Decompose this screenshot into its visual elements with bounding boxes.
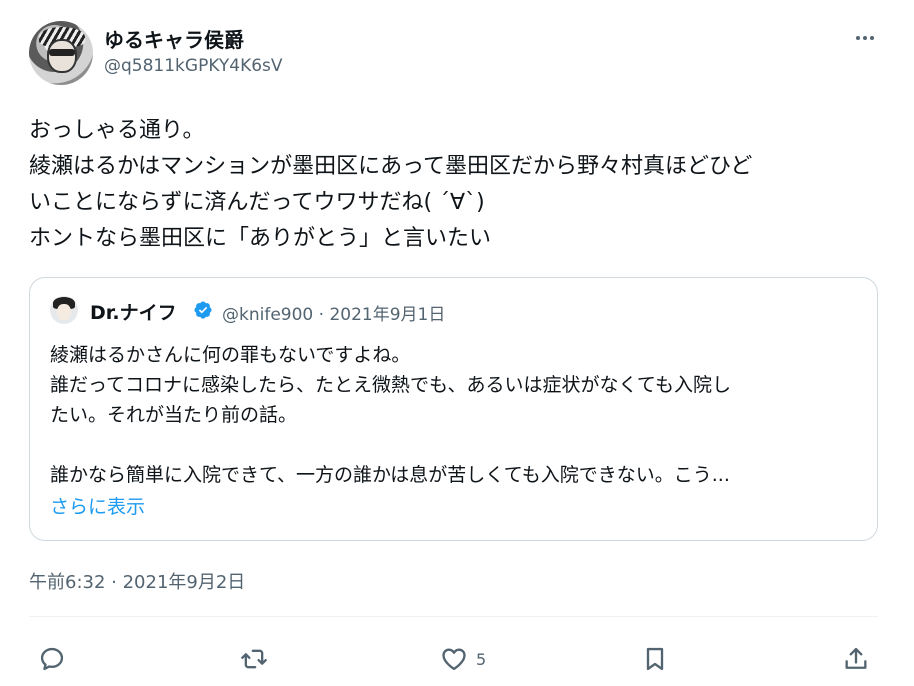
quote-avatar[interactable] — [50, 296, 78, 324]
user-handle[interactable]: @q5811kGPKY4K6sV — [104, 56, 283, 76]
verified-badge-icon — [194, 301, 212, 319]
show-more-link[interactable]: さらに表示 — [50, 492, 145, 519]
display-name[interactable]: ゆるキャラ侯爵 — [104, 24, 244, 53]
tweet-line: 綾瀬はるかはマンションが墨田区にあって墨田区だから野々村真ほどひど — [29, 154, 753, 179]
bookmark-icon — [646, 647, 664, 671]
like-icon — [442, 648, 466, 671]
like-button[interactable]: 5 — [440, 643, 486, 675]
share-button[interactable] — [842, 643, 870, 675]
divider — [29, 616, 878, 617]
quote-line — [50, 430, 865, 460]
quoted-tweet[interactable]: Dr.ナイフ @knife900 · 2021年9月1日 綾瀬はるかさんに何の罪… — [29, 277, 878, 541]
quote-meta[interactable]: @knife900 · 2021年9月1日 — [222, 300, 445, 325]
tweet-line: おっしゃる通り。 — [29, 118, 205, 143]
retweet-button[interactable] — [240, 643, 268, 675]
reply-button[interactable] — [38, 643, 66, 675]
quote-line: 誰かなら簡単に入院できて、一方の誰かは息が苦しくても入院できない。こう... — [50, 464, 730, 486]
avatar[interactable] — [29, 21, 93, 85]
quote-text: 綾瀬はるかさんに何の罪もないですよね。 誰だってコロナに感染したら、たとえ微熱で… — [50, 340, 865, 490]
quote-line: たい。それが当たり前の話。 — [50, 404, 298, 426]
more-icon[interactable] — [850, 26, 880, 50]
like-count: 5 — [476, 649, 487, 669]
tweet-timestamp[interactable]: 午前6:32 · 2021年9月2日 — [29, 568, 245, 594]
tweet-line: いことにならずに済んだってウワサだね( ´∀`) — [29, 190, 485, 215]
quote-line: 誰だってコロナに感染したら、たとえ微熱でも、あるいは症状がなくても入院し — [50, 374, 731, 396]
reply-icon — [40, 647, 64, 671]
retweet-icon — [241, 649, 267, 669]
share-icon — [845, 647, 867, 669]
tweet-line: ホントなら墨田区に「ありがとう」と言いたい — [29, 226, 492, 251]
bookmark-button[interactable] — [641, 643, 669, 675]
quote-line: 綾瀬はるかさんに何の罪もないですよね。 — [50, 344, 411, 366]
tweet-text: おっしゃる通り。 綾瀬はるかはマンションが墨田区にあって墨田区だから野々村真ほど… — [29, 113, 889, 257]
quote-author-name[interactable]: Dr.ナイフ — [90, 298, 177, 325]
